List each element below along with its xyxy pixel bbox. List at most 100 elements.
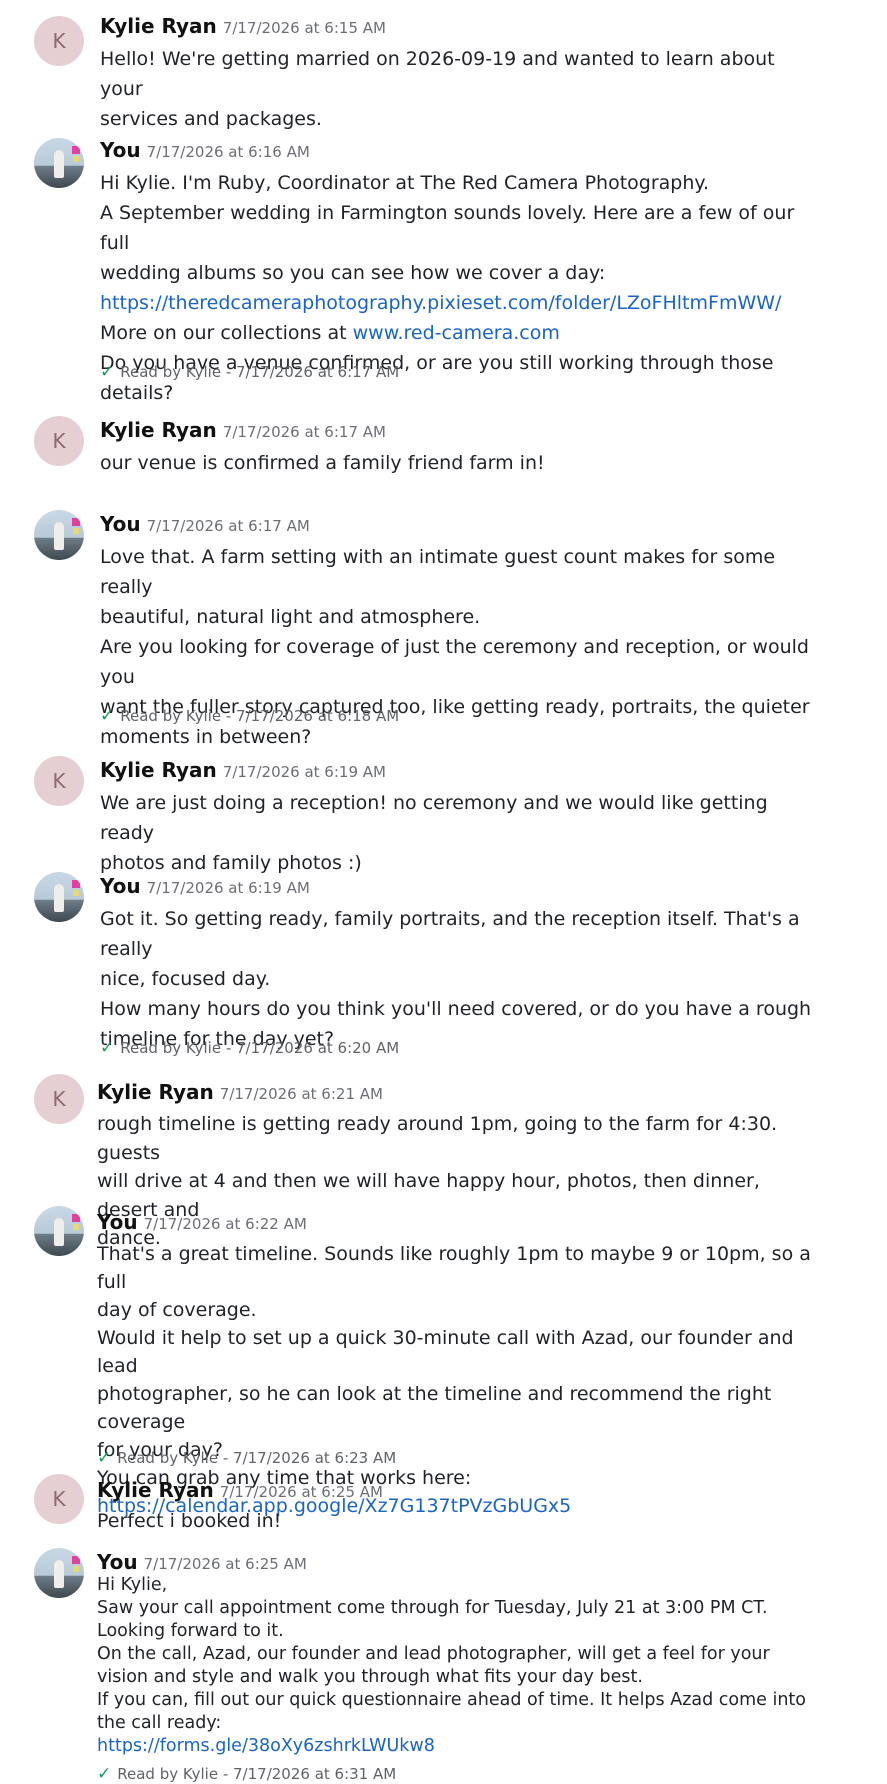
message-text: day of coverage. [97, 1299, 257, 1321]
message-text: Hi Kylie, [97, 1575, 168, 1595]
contact-avatar[interactable]: K [34, 756, 84, 806]
message-line: nice, focused day. [100, 964, 820, 994]
message-text: the call ready: [97, 1713, 222, 1733]
message-text: photographer, so he can look at the time… [97, 1383, 772, 1433]
message-line: Hello! We're getting married on 2026-09-… [100, 44, 820, 104]
message-line: We are just doing a reception! no ceremo… [100, 788, 820, 848]
message-line: https://theredcameraphotography.pixieset… [100, 288, 820, 318]
message-text: Perfect i booked in! [97, 1510, 282, 1532]
message-text: Hi Kylie. I'm Ruby, Coordinator at The R… [100, 172, 709, 194]
message-header: Kylie Ryan 7/17/2026 at 6:17 AM [100, 418, 386, 442]
read-receipt: ✓ Read by Kylie - 7/17/2026 at 6:18 AM [100, 706, 399, 726]
message-timestamp: 7/17/2026 at 6:16 AM [146, 143, 310, 161]
message-line: Hi Kylie, [97, 1574, 817, 1597]
author-name[interactable]: Kylie Ryan [100, 758, 217, 782]
message-line: wedding albums so you can see how we cov… [100, 258, 820, 288]
message-timestamp: 7/17/2026 at 6:17 AM [146, 517, 310, 535]
message-line: day of coverage. [97, 1296, 817, 1324]
author-name[interactable]: You [100, 874, 141, 898]
contact-avatar[interactable]: K [34, 416, 84, 466]
message-text: services and packages. [100, 108, 322, 130]
message-text: wedding albums so you can see how we cov… [100, 262, 606, 284]
message-text: nice, focused day. [100, 968, 271, 990]
message-line: If you can, fill out our quick questionn… [97, 1689, 817, 1712]
message-line: vision and style and walk you through wh… [97, 1666, 817, 1689]
contact-avatar[interactable]: K [34, 1074, 84, 1124]
message-text: Are you looking for coverage of just the… [100, 636, 809, 688]
message-line: A September wedding in Farmington sounds… [100, 198, 820, 258]
message-header: You 7/17/2026 at 6:22 AM [97, 1210, 307, 1234]
message-link[interactable]: https://theredcameraphotography.pixieset… [100, 292, 781, 314]
message-line: services and packages. [100, 104, 820, 134]
author-name[interactable]: You [97, 1210, 138, 1234]
message-body: Hello! We're getting married on 2026-09-… [100, 44, 820, 134]
message-text: rough timeline is getting ready around 1… [97, 1113, 778, 1164]
author-name[interactable]: Kylie Ryan [100, 418, 217, 442]
message-header: You 7/17/2026 at 6:19 AM [100, 874, 310, 898]
message-link[interactable]: www.red-camera.com [353, 322, 560, 344]
message-line: rough timeline is getting ready around 1… [97, 1110, 817, 1167]
message-body: Perfect i booked in! [97, 1507, 817, 1535]
user-avatar[interactable] [34, 138, 84, 188]
message-text: photos and family photos :) [100, 852, 362, 874]
message-line: moments in between? [100, 722, 820, 752]
message-line: Perfect i booked in! [97, 1507, 817, 1535]
author-name[interactable]: Kylie Ryan [97, 1080, 214, 1104]
message-line: Looking forward to it. [97, 1620, 817, 1643]
message-timestamp: 7/17/2026 at 6:19 AM [222, 763, 386, 781]
message-text: Would it help to set up a quick 30-minut… [97, 1327, 794, 1377]
message-text: moments in between? [100, 726, 312, 748]
checkmark-icon: ✓ [97, 1764, 112, 1784]
message-line: Are you looking for coverage of just the… [100, 632, 820, 692]
user-avatar[interactable] [34, 1548, 84, 1598]
message-line: the call ready: [97, 1712, 817, 1735]
message-body: our venue is confirmed a family friend f… [100, 448, 820, 478]
message-text: More on our collections at [100, 322, 353, 344]
message-text: our venue is confirmed a family friend f… [100, 452, 545, 474]
message-text: How many hours do you think you'll need … [100, 998, 812, 1020]
user-avatar[interactable] [34, 510, 84, 560]
author-name[interactable]: Kylie Ryan [97, 1478, 214, 1502]
message-line: Hi Kylie. I'm Ruby, Coordinator at The R… [100, 168, 820, 198]
message-line: beautiful, natural light and atmosphere. [100, 602, 820, 632]
message-text: Saw your call appointment come through f… [97, 1598, 768, 1618]
message-text: Love that. A farm setting with an intima… [100, 546, 776, 598]
message-body: We are just doing a reception! no ceremo… [100, 788, 820, 878]
user-avatar[interactable] [34, 1206, 84, 1256]
message-text: That's a great timeline. Sounds like rou… [97, 1243, 811, 1293]
message-line: Love that. A farm setting with an intima… [100, 542, 820, 602]
read-receipt-text: Read by Kylie - 7/17/2026 at 6:31 AM [117, 1765, 397, 1783]
message-header: You 7/17/2026 at 6:16 AM [100, 138, 310, 162]
author-name[interactable]: You [100, 512, 141, 536]
message-line: Saw your call appointment come through f… [97, 1597, 817, 1620]
message-line: Got it. So getting ready, family portrai… [100, 904, 820, 964]
message-line: More on our collections at www.red-camer… [100, 318, 820, 348]
author-name[interactable]: You [97, 1550, 138, 1574]
message-body: Hi Kylie, Saw your call appointment come … [97, 1574, 817, 1758]
message-text: beautiful, natural light and atmosphere. [100, 606, 481, 628]
checkmark-icon: ✓ [97, 1448, 112, 1468]
read-receipt-text: Read by Kylie - 7/17/2026 at 6:18 AM [120, 707, 400, 725]
message-header: Kylie Ryan 7/17/2026 at 6:19 AM [100, 758, 386, 782]
message-text: Looking forward to it. [97, 1621, 284, 1641]
message-timestamp: 7/17/2026 at 6:25 AM [219, 1483, 383, 1501]
message-text: Hello! We're getting married on 2026-09-… [100, 48, 775, 100]
message-text: If you can, fill out our quick questionn… [97, 1690, 806, 1710]
user-avatar[interactable] [34, 872, 84, 922]
message-timestamp: 7/17/2026 at 6:19 AM [146, 879, 310, 897]
contact-avatar[interactable]: K [34, 16, 84, 66]
read-receipt: ✓ Read by Kylie - 7/17/2026 at 6:31 AM [97, 1764, 396, 1784]
message-text: vision and style and walk you through wh… [97, 1667, 643, 1687]
message-timestamp: 7/17/2026 at 6:17 AM [222, 423, 386, 441]
message-link[interactable]: https://forms.gle/38oXy6zshrkLWUkw8 [97, 1736, 435, 1756]
author-name[interactable]: Kylie Ryan [100, 14, 217, 38]
message-header: You 7/17/2026 at 6:25 AM [97, 1550, 307, 1574]
message-line: How many hours do you think you'll need … [100, 994, 820, 1024]
message-header: Kylie Ryan 7/17/2026 at 6:15 AM [100, 14, 386, 38]
message-text: Got it. So getting ready, family portrai… [100, 908, 800, 960]
author-name[interactable]: You [100, 138, 141, 162]
message-line: our venue is confirmed a family friend f… [100, 448, 820, 478]
contact-avatar[interactable]: K [34, 1474, 84, 1524]
read-receipt: ✓ Read by Kylie - 7/17/2026 at 6:23 AM [97, 1448, 396, 1468]
message-text: On the call, Azad, our founder and lead … [97, 1644, 770, 1664]
